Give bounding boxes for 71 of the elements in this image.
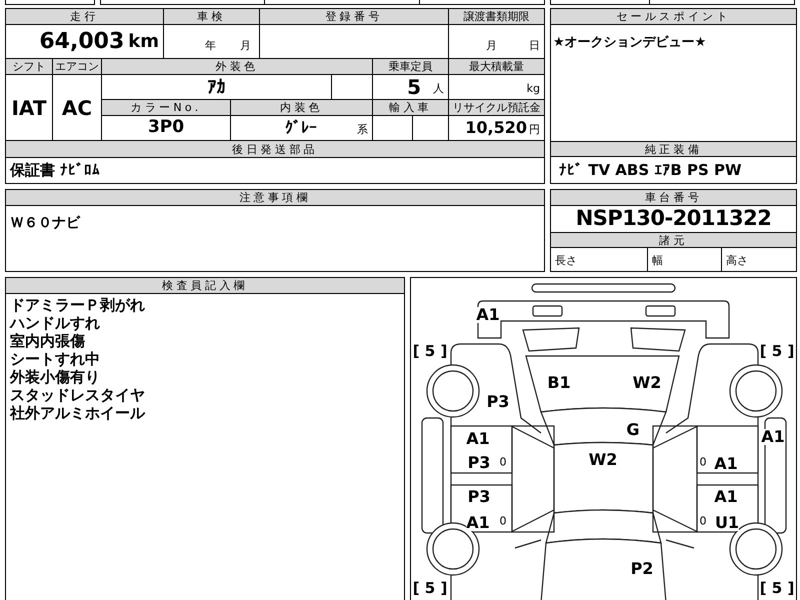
inspector-note: スタッドレスタイヤ <box>10 386 146 404</box>
later-parts-text: 保証書 ﾅﾋﾞﾛﾑ <box>10 160 100 182</box>
section-header: 検査員記入欄 <box>6 278 404 294</box>
damage-mark: P3 <box>486 394 510 410</box>
damage-mark: 0 <box>500 456 506 468</box>
section-header: 車台番号 <box>551 190 796 206</box>
damage-mark: 0 <box>500 516 506 526</box>
exterior-color-value: ｱｶ <box>208 76 226 100</box>
section-header: 諸元 <box>551 232 796 248</box>
column-header: 登録番号 <box>260 9 448 24</box>
damage-mark: G <box>626 422 640 438</box>
column-header: カラーNo. <box>102 100 230 115</box>
unit-label: 円 <box>529 122 540 138</box>
column-header: 譲渡書類期限 <box>449 9 544 24</box>
damage-mark: A1 <box>466 515 490 531</box>
damage-mark: W2 <box>588 452 618 468</box>
equipment-text: ﾅﾋﾞ TV ABS ｴｱB PS PW <box>559 160 742 181</box>
column-header: 車検 <box>164 9 259 24</box>
damage-mark: P2 <box>630 561 654 577</box>
shift-value: IAT <box>11 94 46 122</box>
mileage-value: 64,003 <box>39 28 124 56</box>
spec-label: 幅 <box>652 252 663 268</box>
unit-label: km <box>128 30 159 54</box>
section-header: 注意事項欄 <box>6 190 544 206</box>
column-header: エアコン <box>53 59 101 74</box>
recycle-fee-value: 10,520 <box>465 117 527 139</box>
column-header: 最大積載量 <box>449 59 544 74</box>
chassis-number: NSP130-2011322 <box>576 205 772 232</box>
damage-mark: W2 <box>632 375 662 391</box>
damage-mark: A1 <box>714 456 738 472</box>
interior-color-value: ｸﾞﾚｰ <box>285 117 317 139</box>
column-header: 輸入車 <box>373 100 448 115</box>
unit-label: 人 <box>433 80 444 96</box>
damage-mark: U1 <box>714 515 740 531</box>
damage-mark: 0 <box>700 516 706 526</box>
spec-label: 長さ <box>555 252 577 268</box>
unit-label: 月 <box>486 38 497 54</box>
damage-mark: A1 <box>761 429 785 445</box>
section-header: セールスポイント <box>551 9 796 25</box>
damage-mark: A1 <box>466 431 490 447</box>
unit-label: 日 <box>529 38 540 54</box>
unit-label: 系 <box>357 122 368 138</box>
column-header: 外装色 <box>102 59 372 74</box>
damage-mark: P3 <box>468 489 490 505</box>
notes-text: Ｗ６０ナビ <box>10 215 80 231</box>
inspector-note: ドアミラーＰ剥がれ <box>10 296 146 314</box>
damage-mark: 0 <box>700 456 706 468</box>
column-header: リサイクル預託金 <box>449 100 544 115</box>
spec-label: 高さ <box>726 252 748 268</box>
inspector-note: シートすれ中 <box>10 350 101 368</box>
column-header: 乗車定員 <box>373 59 448 74</box>
damage-mark: B1 <box>547 375 571 391</box>
column-header: 走行 <box>6 9 163 24</box>
damage-mark: P3 <box>468 455 490 471</box>
section-header: 後日発送部品 <box>6 141 544 157</box>
section-header: 純正装備 <box>551 141 796 157</box>
inspector-note: 社外アルミホイール <box>10 404 146 422</box>
column-header: シフト <box>6 59 52 74</box>
inspector-note: 外装小傷有り <box>10 368 101 386</box>
color-number-value: 3P0 <box>148 116 184 140</box>
inspector-note: 室内内張傷 <box>10 332 86 350</box>
unit-label: 月 <box>240 38 251 54</box>
damage-mark: A1 <box>476 307 500 323</box>
ac-value: AC <box>62 94 92 122</box>
unit-label: kg <box>526 80 540 96</box>
damage-mark: A1 <box>714 489 738 505</box>
sales-point-text: ★オークションデビュー★ <box>553 35 706 50</box>
inspector-note: ハンドルすれ <box>10 314 101 332</box>
capacity-value: 5 <box>407 74 421 101</box>
column-header: 内装色 <box>231 100 372 115</box>
unit-label: 年 <box>205 38 216 54</box>
